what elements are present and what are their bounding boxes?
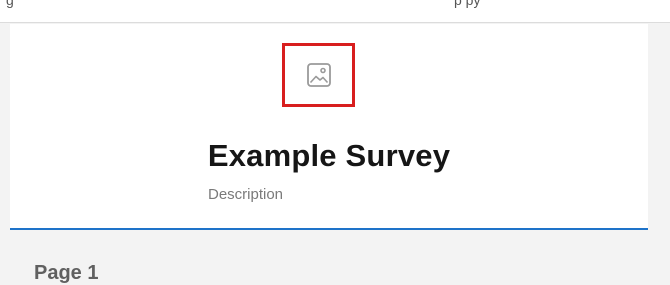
top-bar-text-left: g <box>6 0 14 8</box>
logo-placeholder[interactable] <box>282 43 355 107</box>
page-title[interactable]: Page 1 <box>34 262 98 285</box>
survey-description[interactable]: Description <box>208 186 283 203</box>
top-bar-text-right: p py <box>454 0 481 8</box>
survey-title[interactable]: Example Survey <box>10 138 648 174</box>
image-placeholder-icon <box>306 62 332 88</box>
survey-header: Example Survey Description <box>10 24 648 230</box>
top-bar: g p py <box>0 0 670 23</box>
